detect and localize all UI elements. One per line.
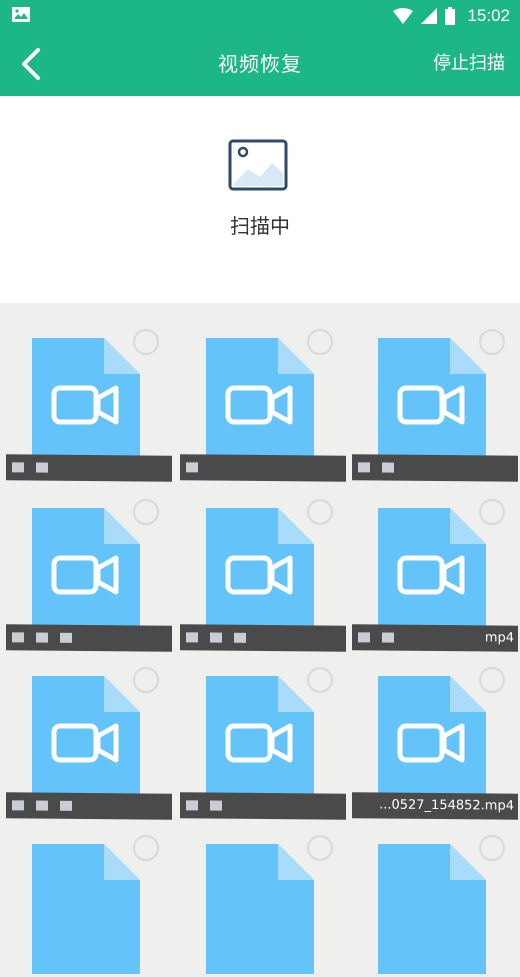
video-file-icon [32,844,140,974]
select-checkbox[interactable] [307,499,333,525]
video-file-grid: mp4 [0,303,520,857]
select-checkbox[interactable] [479,835,505,861]
file-card[interactable] [2,641,174,809]
signal-icon [421,8,437,24]
file-card[interactable] [2,473,174,641]
file-card[interactable] [176,473,348,641]
image-icon [228,139,288,191]
video-file-icon [206,508,314,638]
select-checkbox[interactable] [307,329,333,355]
image-icon [12,7,30,22]
status-indicators: 15:02 [393,5,510,27]
file-card[interactable] [176,641,348,809]
scan-status-panel: 扫描中 [0,96,520,303]
battery-icon [445,7,455,25]
select-checkbox[interactable] [479,667,505,693]
stop-scan-button[interactable]: 停止扫描 [433,32,505,96]
file-card[interactable] [176,303,348,471]
file-card[interactable]: ...0527_154852.mp4 [348,641,520,809]
video-file-icon [378,844,486,974]
select-checkbox[interactable] [133,329,159,355]
video-file-icon [206,338,314,468]
select-checkbox[interactable] [133,667,159,693]
select-checkbox[interactable] [133,835,159,861]
video-file-icon [206,844,314,974]
select-checkbox[interactable] [307,667,333,693]
file-card[interactable]: mp4 [348,473,520,641]
video-file-icon [378,508,486,638]
scan-status-text: 扫描中 [0,210,520,239]
file-card[interactable] [348,303,520,471]
file-card[interactable] [2,809,174,977]
redacted-mark [382,462,394,472]
wifi-icon [393,8,413,24]
select-checkbox[interactable] [307,835,333,861]
video-file-icon [378,338,486,468]
status-time: 15:02 [467,6,510,26]
redacted-mark [186,462,198,472]
select-checkbox[interactable] [479,329,505,355]
select-checkbox[interactable] [133,499,159,525]
video-file-icon [32,338,140,468]
file-card[interactable] [348,809,520,977]
select-checkbox[interactable] [479,499,505,525]
redacted-mark [358,462,370,472]
video-file-icon [32,508,140,638]
file-card[interactable] [176,809,348,977]
file-card[interactable] [2,303,174,471]
video-file-icon [378,676,486,806]
video-file-icon [206,676,314,806]
redacted-mark [12,462,24,472]
app-header: 视频恢复 停止扫描 [0,32,520,96]
redacted-mark [36,462,48,472]
video-file-icon [32,676,140,806]
status-bar: 15:02 [0,0,520,32]
